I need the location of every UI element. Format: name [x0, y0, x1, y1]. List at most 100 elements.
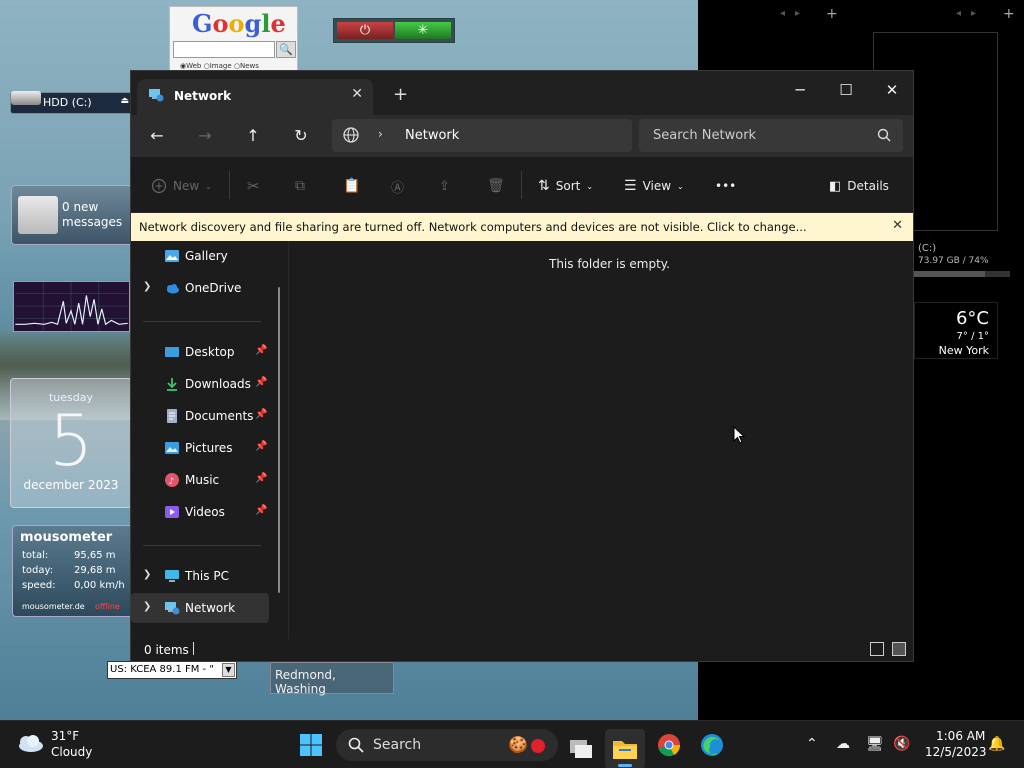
panel-nav-arrows-icon[interactable]: ◂▸: [780, 8, 810, 19]
breadcrumb-network[interactable]: Network: [405, 128, 459, 143]
taskbar-clock-date[interactable]: 12/5/2023: [925, 745, 987, 759]
new-button[interactable]: New ⌄: [151, 176, 212, 196]
search-input[interactable]: Search Network: [639, 119, 903, 152]
edge-taskbar-button[interactable]: [692, 729, 732, 768]
nav-label: This PC: [185, 569, 229, 583]
paste-button[interactable]: 📋: [343, 176, 360, 196]
restart-button[interactable]: ✳: [395, 22, 451, 39]
details-button[interactable]: ◧ Details: [829, 176, 889, 196]
nav-item-desktop[interactable]: Desktop 📌: [131, 337, 269, 367]
see-more-button[interactable]: •••: [715, 176, 736, 196]
details-view-icon[interactable]: [870, 642, 884, 656]
chevron-right-icon[interactable]: ›: [378, 127, 383, 141]
new-tab-icon[interactable]: +: [393, 84, 408, 105]
search-icon: [348, 737, 364, 753]
weather-temp: 6°C: [955, 308, 989, 329]
sort-button[interactable]: ⇅ Sort ⌄: [538, 176, 593, 196]
taskbar-clock-time[interactable]: 1:06 AM: [936, 729, 985, 743]
show-hidden-icons-chevron-icon[interactable]: ⌃: [806, 736, 818, 752]
address-bar[interactable]: › Network: [332, 119, 632, 152]
forward-arrow-icon[interactable]: →: [191, 123, 219, 149]
status-divider: [193, 642, 194, 655]
task-view-button[interactable]: [561, 729, 601, 768]
nav-item-downloads[interactable]: Downloads 📌: [131, 369, 269, 399]
cut-button[interactable]: ✂: [247, 176, 260, 196]
tab-title: Network: [174, 89, 232, 103]
onedrive-offline-icon[interactable]: ☁: [836, 736, 850, 752]
panel-add-icon[interactable]: +: [1003, 6, 1015, 22]
back-arrow-icon[interactable]: ←: [143, 123, 171, 149]
music-icon: ♪: [165, 473, 179, 487]
delete-button[interactable]: 🗑: [487, 176, 505, 196]
nav-item-onedrive[interactable]: ❯ OneDrive: [131, 273, 269, 303]
pin-icon[interactable]: 📌: [255, 505, 267, 516]
windows-start-icon[interactable]: [299, 733, 323, 757]
empty-folder-message: This folder is empty.: [549, 257, 670, 271]
pin-icon[interactable]: 📌: [255, 409, 267, 420]
panel-nav-arrows-icon[interactable]: ◂▸: [956, 8, 986, 19]
chevron-right-icon[interactable]: ❯: [143, 601, 151, 612]
nav-item-pictures[interactable]: Pictures 📌: [131, 433, 269, 463]
mail-gadget[interactable]: 0 new messages: [11, 185, 133, 245]
infobar-message[interactable]: Network discovery and file sharing are t…: [139, 220, 807, 234]
pin-icon[interactable]: 📌: [255, 441, 267, 452]
notifications-icon[interactable]: 🔔: [988, 736, 1005, 752]
refresh-icon[interactable]: ↻: [287, 123, 315, 149]
rename-button[interactable]: Ⓐ: [391, 176, 404, 196]
share-button[interactable]: ⇪: [439, 176, 450, 196]
taskbar-search[interactable]: Search 🍪: [336, 729, 558, 761]
pin-icon[interactable]: 📌: [255, 377, 267, 388]
title-bar[interactable]: Network ✕ + ─ ☐ ✕: [131, 71, 913, 115]
minimize-button[interactable]: ─: [777, 75, 823, 105]
nav-item-this-pc[interactable]: ❯ This PC: [131, 561, 269, 591]
weather-gadget: 6°C 7° / 1° New York: [914, 302, 998, 359]
close-tab-icon[interactable]: ✕: [351, 86, 363, 102]
volume-muted-icon[interactable]: 🔇: [893, 736, 910, 752]
google-search-button[interactable]: 🔍: [276, 41, 296, 58]
view-button[interactable]: ☰ View ⌄: [624, 176, 684, 196]
nav-item-network[interactable]: ❯ Network: [131, 593, 269, 623]
computer-icon: [165, 570, 179, 582]
close-icon[interactable]: ✕: [892, 218, 903, 233]
cloud-icon[interactable]: [16, 734, 44, 752]
taskbar-weather-temp[interactable]: 31°F: [51, 729, 79, 743]
radio-station-select[interactable]: US: KCEA 89.1 FM - " ▼: [107, 661, 237, 679]
taskbar-weather-condition[interactable]: Cloudy: [51, 745, 92, 759]
network-discovery-infobar[interactable]: Network discovery and file sharing are t…: [131, 213, 913, 241]
pin-icon[interactable]: 📌: [255, 473, 267, 484]
chevron-right-icon[interactable]: ❯: [143, 569, 151, 580]
mousometer-label: total:: [22, 550, 49, 561]
google-search-type-radios[interactable]: ◉Web ○Image ○News: [180, 62, 259, 70]
nav-label: Documents: [185, 409, 254, 423]
up-arrow-icon[interactable]: ↑: [239, 123, 267, 149]
google-search-input[interactable]: [173, 41, 275, 58]
mousometer-value: 29,68 m: [74, 565, 116, 576]
tab-network[interactable]: Network ✕: [137, 79, 373, 115]
nav-item-gallery[interactable]: Gallery: [131, 241, 269, 271]
power-off-button[interactable]: ⏻: [337, 22, 393, 39]
maximize-button[interactable]: ☐: [823, 75, 869, 105]
pane-splitter[interactable]: [288, 241, 289, 639]
nav-label: Gallery: [185, 249, 228, 263]
nav-item-documents[interactable]: Documents 📌: [131, 401, 269, 431]
folder-icon: [613, 741, 637, 759]
chevron-down-icon[interactable]: ▼: [222, 663, 235, 677]
mousometer-value: 0,00 km/h: [74, 580, 125, 591]
chrome-taskbar-button[interactable]: [649, 729, 689, 768]
file-explorer-taskbar-button[interactable]: [605, 729, 645, 768]
copy-icon: ⧉: [295, 178, 305, 194]
nav-item-videos[interactable]: Videos 📌: [131, 497, 269, 527]
close-button[interactable]: ✕: [869, 75, 915, 105]
large-icons-view-icon[interactable]: [892, 642, 906, 656]
nav-item-music[interactable]: ♪ Music 📌: [131, 465, 269, 495]
chevron-right-icon[interactable]: ❯: [143, 281, 151, 292]
copy-button[interactable]: ⧉: [295, 176, 305, 196]
network-status-icon[interactable]: 🖥: [866, 736, 884, 752]
location-gadget: Redmond, Washing: [270, 662, 394, 696]
eject-icon[interactable]: ⏏: [120, 96, 129, 106]
pin-icon[interactable]: 📌: [255, 345, 267, 356]
hdd-gadget[interactable]: HDD (C:) ⏏: [10, 91, 134, 114]
mousometer-link[interactable]: mousometer.de: [22, 602, 85, 611]
panel-add-icon[interactable]: +: [826, 6, 838, 22]
nav-scrollbar[interactable]: [278, 287, 280, 593]
